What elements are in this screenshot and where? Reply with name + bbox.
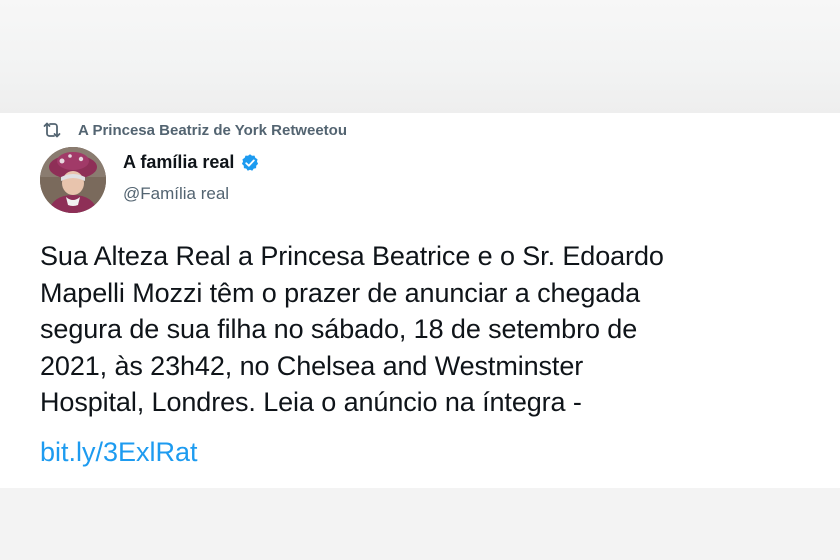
verified-badge-icon <box>240 153 260 173</box>
background-top <box>0 0 840 115</box>
author-handle[interactable]: @Família real <box>123 184 229 204</box>
retweet-icon <box>40 118 64 142</box>
author-name-row[interactable]: A família real <box>123 152 260 173</box>
tweet-text-line: 2021, às 23h42, no Chelsea and Westminst… <box>40 350 584 381</box>
tweet-link[interactable]: bit.ly/3ExlRat <box>40 434 198 470</box>
tweet-text-line: Mapelli Mozzi têm o prazer de anunciar a… <box>40 277 641 308</box>
tweet-text-line: Hospital, Londres. Leia o anúncio na ínt… <box>40 387 582 417</box>
tweet-text-line: Sua Alteza Real a Princesa Beatrice e o … <box>40 241 664 271</box>
retweet-context[interactable]: A Princesa Beatriz de York Retweetou <box>40 118 347 142</box>
tweet-text: Sua Alteza Real a Princesa Beatrice e o … <box>40 238 820 421</box>
background-bottom <box>0 488 840 560</box>
display-name[interactable]: A família real <box>123 152 234 173</box>
tweet-text-line: segura de sua filha no sábado, 18 de set… <box>40 314 638 344</box>
retweet-label[interactable]: A Princesa Beatriz de York Retweetou <box>78 122 347 139</box>
avatar[interactable] <box>40 147 106 213</box>
